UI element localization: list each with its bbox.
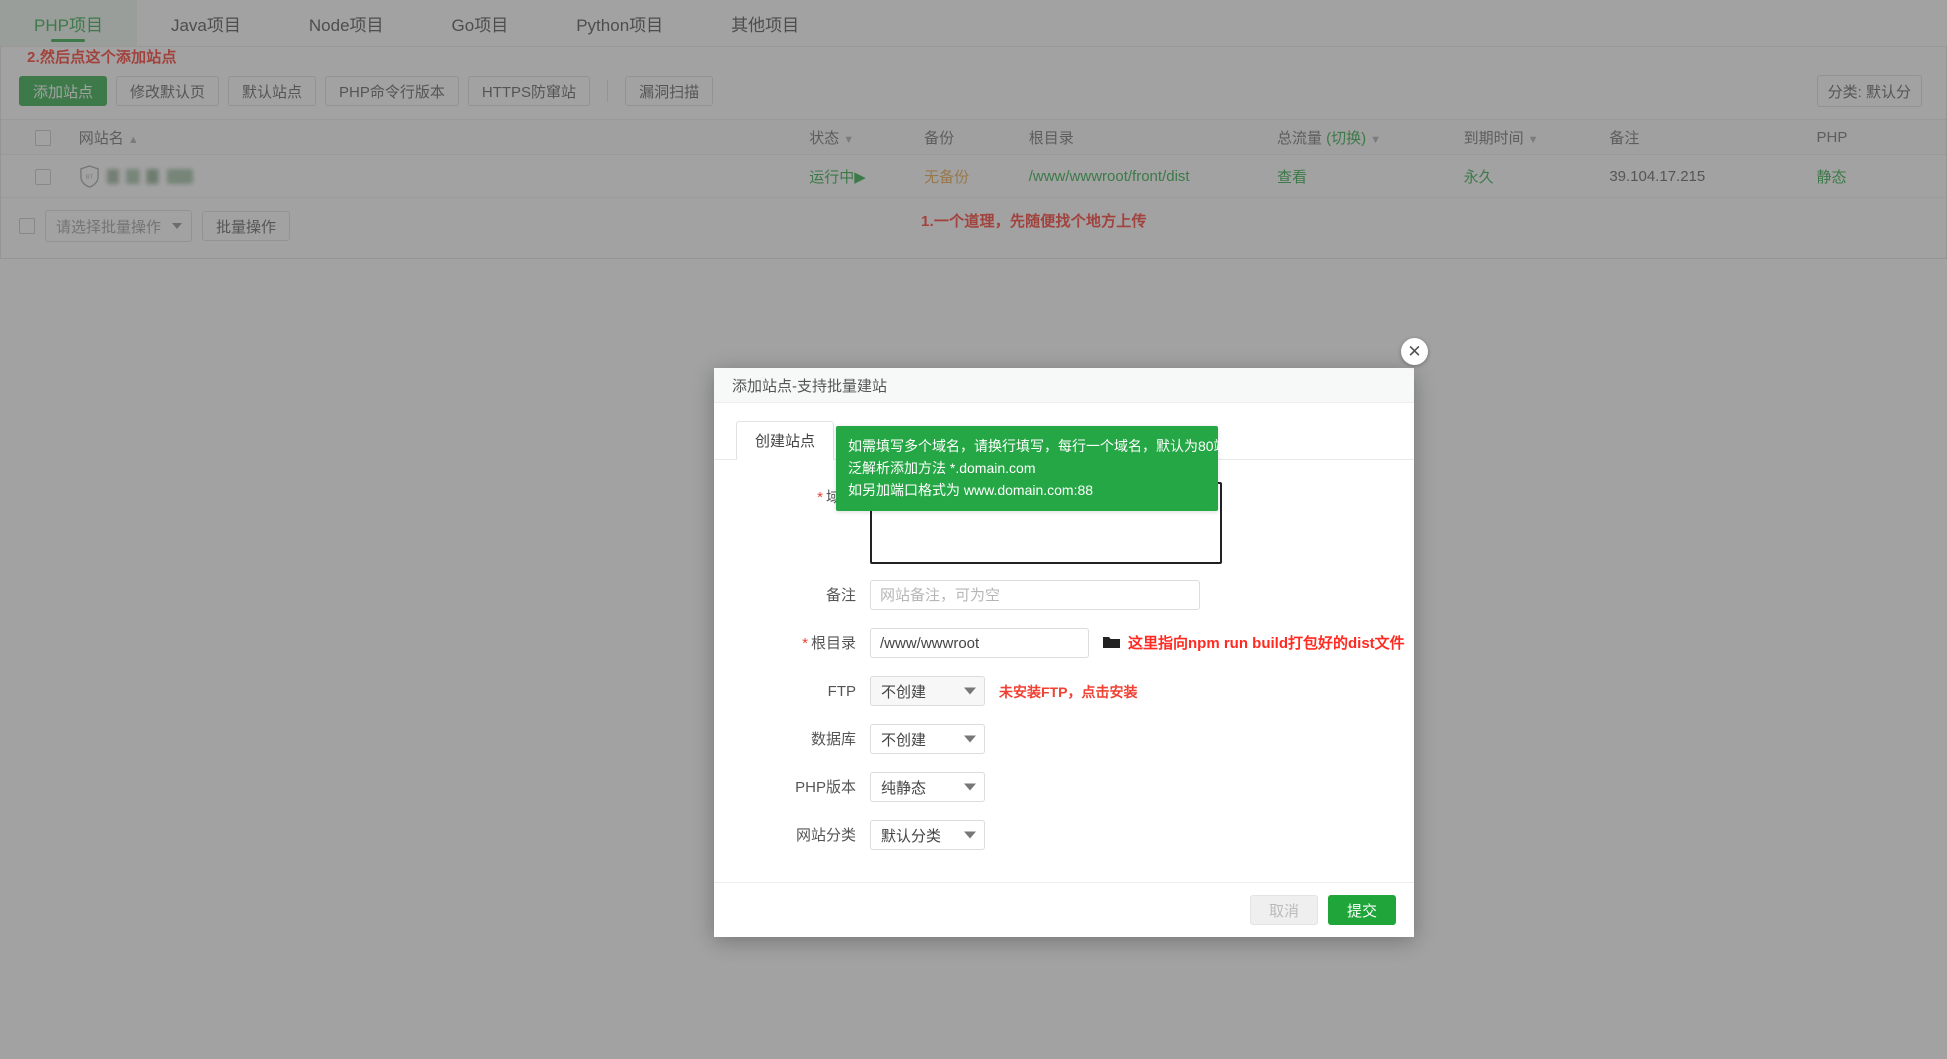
- php-version-select[interactable]: 纯静态: [870, 772, 985, 802]
- database-label: 数据库: [736, 724, 870, 756]
- php-version-label: PHP版本: [736, 772, 870, 804]
- domain-help-tooltip: 如需填写多个域名，请换行填写，每行一个域名，默认为80端口 泛解析添加方法 *.…: [836, 426, 1242, 511]
- root-dir-input[interactable]: [870, 628, 1089, 658]
- database-select[interactable]: 不创建: [870, 724, 985, 754]
- label-text: 根目录: [810, 635, 856, 652]
- field-note: 备注: [736, 580, 1392, 612]
- category-selected-value: 默认分类: [881, 827, 942, 845]
- tooltip-line: 如需填写多个域名，请换行填写，每行一个域名，默认为80端口: [848, 438, 1242, 454]
- field-php-version: PHP版本 纯静态: [736, 772, 1392, 804]
- field-root-dir: *根目录 这里指向npm run build打包好的dist文件: [736, 628, 1405, 660]
- close-icon[interactable]: ✕: [1401, 338, 1428, 365]
- label-text: 网站分类: [795, 827, 856, 844]
- modal-form: *域名 备注 *根目录 这里指向npm run build打包好的dist文件: [714, 460, 1414, 882]
- field-site-category: 网站分类 默认分类: [736, 820, 1392, 852]
- folder-glyph: [1103, 637, 1120, 648]
- label-text: PHP版本: [795, 779, 856, 796]
- submit-button[interactable]: 提交: [1327, 895, 1396, 925]
- chevron-down-icon: [964, 783, 976, 791]
- field-database: 数据库 不创建: [736, 724, 1392, 756]
- chevron-down-icon: [964, 831, 976, 839]
- label-text: FTP: [827, 683, 856, 700]
- label-text: 备注: [825, 587, 856, 604]
- modal-tab-bar: 创建站点 如需填写多个域名，请换行填写，每行一个域名，默认为80端口 泛解析添加…: [714, 403, 1414, 511]
- database-selected-value: 不创建: [881, 731, 927, 749]
- site-category-select[interactable]: 默认分类: [870, 820, 985, 850]
- ftp-install-hint[interactable]: 未安装FTP，点击安装: [999, 676, 1137, 708]
- modal-footer: 取消 提交: [714, 882, 1414, 937]
- tooltip-line: 泛解析添加方法 *.domain.com: [848, 460, 1036, 476]
- site-category-label: 网站分类: [736, 820, 870, 852]
- modal-title: 添加站点-支持批量建站: [714, 368, 1414, 403]
- annotation-root-dir: 这里指向npm run build打包好的dist文件: [1128, 635, 1405, 652]
- ftp-label: FTP: [736, 676, 870, 708]
- ftp-select[interactable]: 不创建: [870, 676, 985, 706]
- note-input[interactable]: [870, 580, 1200, 610]
- ftp-selected-value: 不创建: [881, 683, 927, 701]
- tab-create-site[interactable]: 创建站点: [736, 421, 835, 460]
- note-label: 备注: [736, 580, 870, 612]
- chevron-down-icon: [964, 687, 976, 695]
- field-ftp: FTP 不创建 未安装FTP，点击安装: [736, 676, 1392, 708]
- required-marker: *: [802, 635, 808, 652]
- folder-icon[interactable]: [1103, 628, 1120, 660]
- modal-tab-label: 创建站点: [755, 433, 816, 450]
- cancel-button[interactable]: 取消: [1249, 895, 1318, 925]
- label-text: 数据库: [810, 731, 856, 748]
- php-selected-value: 纯静态: [881, 779, 927, 797]
- root-dir-label: * 根目录: [736, 628, 870, 660]
- tooltip-line: 如另加端口格式为 www.domain.com:88: [848, 482, 1094, 498]
- required-marker: *: [817, 489, 823, 506]
- add-site-modal: ✕ 添加站点-支持批量建站 创建站点 如需填写多个域名，请换行填写，每行一个域名…: [714, 338, 1428, 937]
- chevron-down-icon: [964, 735, 976, 743]
